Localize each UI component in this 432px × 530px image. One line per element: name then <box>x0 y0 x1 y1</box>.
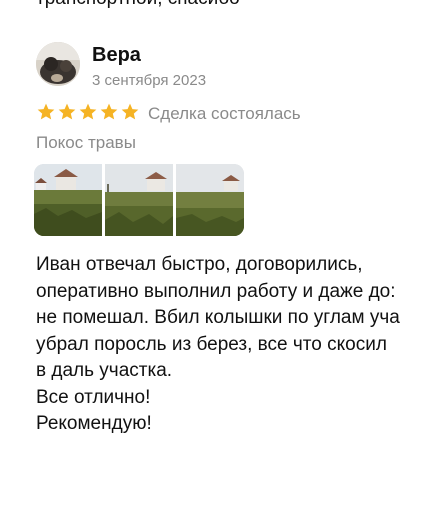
review-date: 3 сентября 2023 <box>92 72 207 89</box>
review-text-line: в даль участка. <box>36 360 173 381</box>
review-photo[interactable] <box>105 164 173 236</box>
review-text-line: Иван отвечал быстро, договорились, <box>36 254 363 275</box>
review-text-line: Все отлично! <box>36 386 151 408</box>
review-photos <box>34 164 244 236</box>
avatar-photo <box>36 42 80 86</box>
review-text: Иван отвечал быстро, договорились, опера… <box>36 252 410 438</box>
review-text-line: убрал поросль из берез, все что скосил <box>36 333 387 355</box>
review-photo[interactable] <box>176 164 244 236</box>
star-icon <box>37 103 55 120</box>
reviewer-name[interactable]: Вера <box>92 44 141 67</box>
reviewer-avatar[interactable] <box>36 42 80 86</box>
star-icon <box>121 103 139 120</box>
deal-status: Сделка состоялась <box>148 104 301 123</box>
star-icon <box>100 103 118 120</box>
service-name: Покос травы <box>36 133 136 152</box>
previous-review-text-fragment: транспортной, спасибо <box>36 0 416 10</box>
review-text-line: не помешал. Вбил колышки по углам уча <box>36 307 400 328</box>
review-text-line: Рекомендую! <box>36 413 152 434</box>
star-icon <box>79 103 97 120</box>
star-icon <box>58 103 76 120</box>
rating-stars <box>36 102 140 122</box>
review-text-line: оперативно выполнил работу и даже до: <box>36 280 396 302</box>
review-photo[interactable] <box>34 164 102 236</box>
